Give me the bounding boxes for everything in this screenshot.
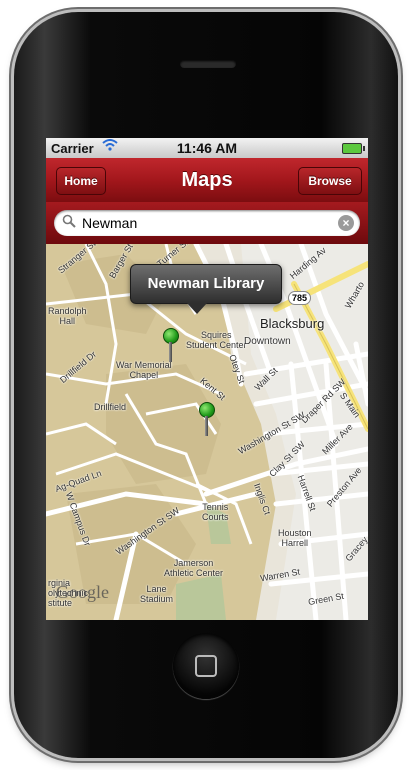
area-label: Drillfield — [94, 402, 127, 412]
building-label: Randolph Hall — [48, 306, 87, 326]
location-callout[interactable]: Newman Library — [130, 264, 282, 314]
building-label: Tennis Courts — [202, 502, 229, 522]
search-bar: × — [46, 202, 368, 244]
status-time: 11:46 AM — [176, 140, 238, 156]
clear-icon[interactable]: × — [338, 215, 354, 231]
google-attribution: Google — [56, 582, 109, 602]
status-bar: Carrier 11:46 AM — [46, 138, 368, 158]
building-label: Houston Harrell — [278, 528, 312, 548]
search-field-container[interactable]: × — [54, 210, 360, 236]
building-label: Lane Stadium — [140, 584, 174, 604]
town-label: Blacksburg — [260, 316, 325, 331]
earpiece — [180, 60, 236, 68]
pin-needle — [205, 416, 208, 436]
map-view[interactable]: Stranger St Barger St Turner St Harding … — [46, 244, 368, 620]
building-label: Jamerson Athletic Center — [164, 558, 224, 578]
home-hardware-button[interactable] — [173, 633, 239, 699]
route-marker: 785 — [288, 291, 312, 305]
battery-icon — [342, 143, 365, 154]
search-input[interactable] — [82, 213, 332, 233]
screen: Carrier 11:46 AM Home Maps Browse × — [46, 138, 368, 620]
magnifier-icon — [62, 214, 76, 228]
navigation-bar: Home Maps Browse — [46, 158, 368, 203]
browse-button[interactable]: Browse — [298, 167, 362, 195]
pin-needle — [169, 342, 172, 362]
building-label: War Memorial Chapel — [116, 360, 172, 380]
green-pin-icon[interactable] — [163, 328, 179, 362]
area-label: Downtown — [244, 336, 291, 347]
building-label: Squires Student Center — [186, 330, 247, 350]
green-pin-icon[interactable] — [199, 402, 215, 436]
